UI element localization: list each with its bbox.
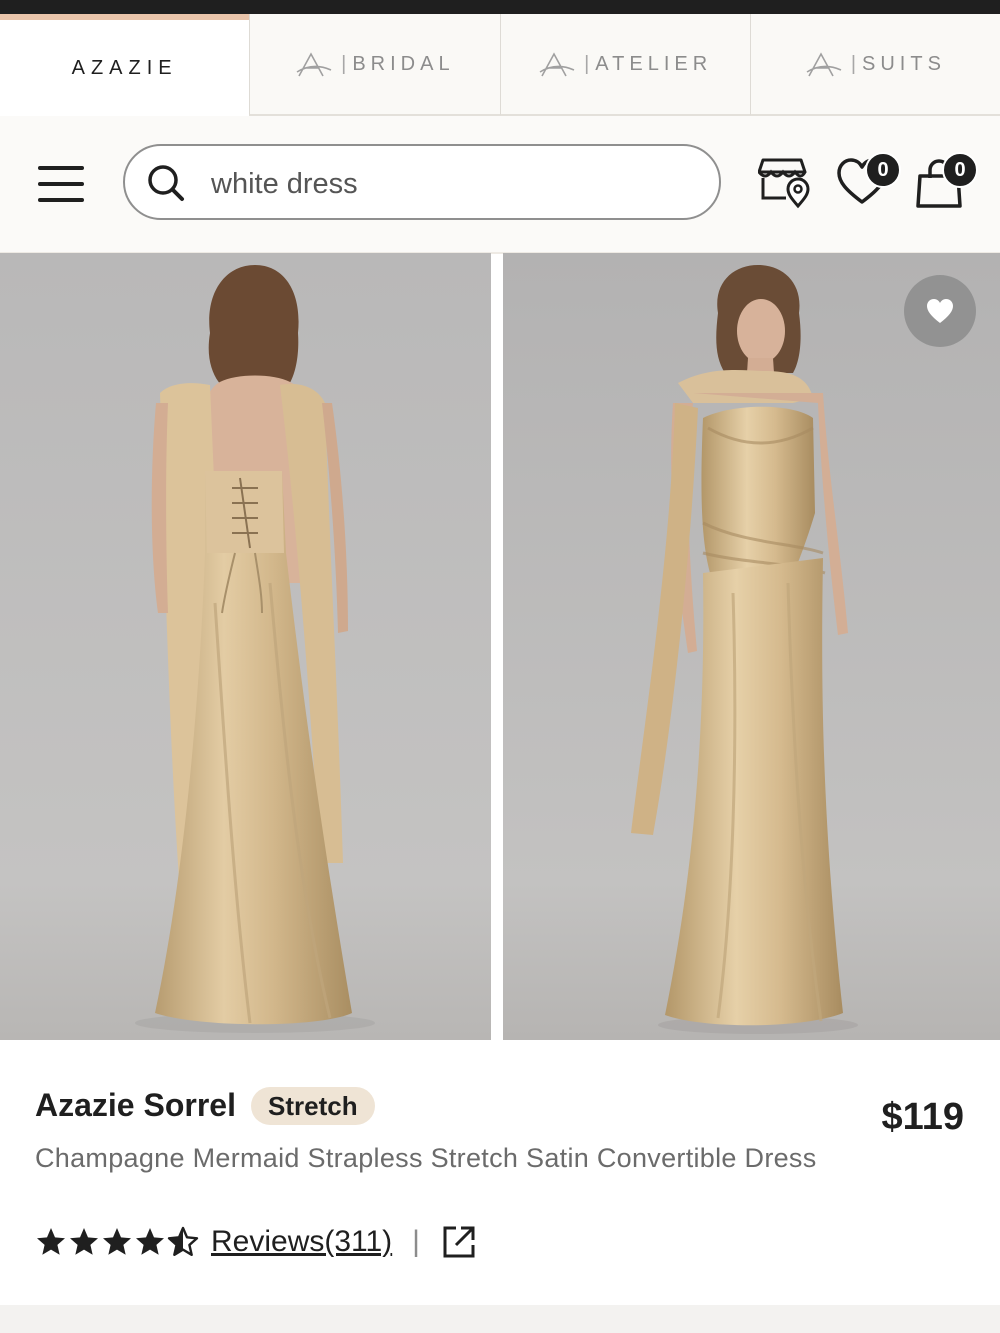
- rating-divider: |: [412, 1225, 420, 1258]
- brand-tabs: AZAZIE | BRIDAL | ATELIER | SUITS: [0, 14, 1000, 116]
- star-full-icon: [136, 1228, 164, 1255]
- heart-icon: [927, 299, 953, 323]
- tab-atelier-label: ATELIER: [595, 52, 713, 75]
- product-name[interactable]: Azazie Sorrel: [35, 1087, 236, 1124]
- hamburger-menu-icon[interactable]: [38, 166, 84, 202]
- product-price: $119: [881, 1096, 964, 1138]
- tab-separator: |: [341, 52, 347, 75]
- star-full-icon: [103, 1228, 131, 1255]
- search-input[interactable]: [209, 160, 693, 208]
- tab-bridal-label: BRIDAL: [352, 52, 455, 75]
- product-rating: Reviews(311) |: [35, 1222, 476, 1262]
- azazie-monogram-icon: [806, 52, 842, 77]
- tab-separator: |: [584, 52, 590, 75]
- external-link-icon[interactable]: [442, 1225, 476, 1259]
- azazie-monogram-icon: [296, 52, 332, 77]
- status-bar: [0, 0, 1000, 14]
- stretch-tag: Stretch: [251, 1087, 375, 1125]
- product-image-front[interactable]: [503, 253, 1000, 1040]
- tab-azazie[interactable]: AZAZIE: [0, 14, 250, 116]
- star-half-icon: [167, 1226, 199, 1256]
- site-header: 0 0: [0, 116, 1000, 254]
- tab-atelier[interactable]: | ATELIER: [499, 14, 750, 116]
- tab-separator: |: [850, 52, 857, 75]
- tab-suits-label: SUITS: [862, 52, 946, 75]
- product-image-back[interactable]: [0, 253, 491, 1040]
- star-rating: [35, 1226, 200, 1258]
- tab-suits[interactable]: | SUITS: [749, 14, 1000, 116]
- product-description[interactable]: Champagne Mermaid Strapless Stretch Sati…: [35, 1140, 855, 1176]
- cart-count-badge: 0: [942, 152, 978, 188]
- search-bar[interactable]: [123, 144, 721, 220]
- next-section-edge: [0, 1305, 1000, 1333]
- star-full-icon: [70, 1228, 98, 1255]
- wishlist-count-badge: 0: [865, 152, 901, 188]
- favorite-button[interactable]: [904, 275, 976, 347]
- search-icon[interactable]: [147, 164, 185, 202]
- reviews-link[interactable]: Reviews(311): [211, 1225, 392, 1259]
- star-full-icon: [37, 1228, 65, 1255]
- store-locator-icon[interactable]: [758, 154, 810, 210]
- tab-bridal[interactable]: | BRIDAL: [249, 14, 500, 116]
- tab-azazie-label: AZAZIE: [71, 56, 178, 79]
- azazie-monogram-icon: [539, 52, 575, 77]
